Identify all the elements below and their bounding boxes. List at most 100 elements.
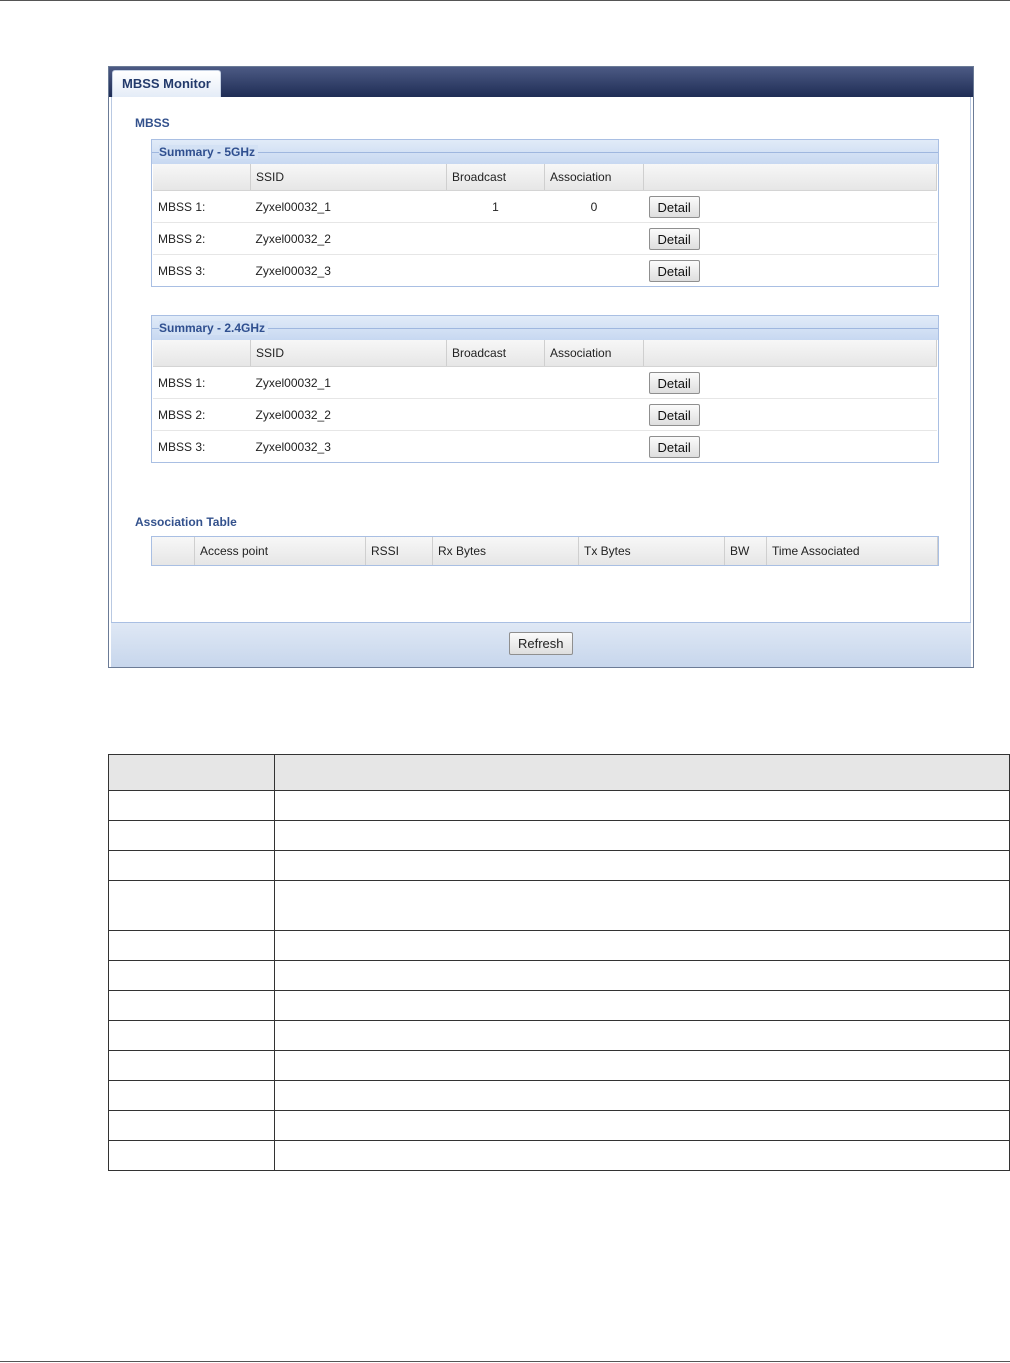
column-header-ssid: SSID xyxy=(250,164,447,191)
table-row xyxy=(108,880,1010,931)
table-row xyxy=(108,1050,1010,1081)
table-cell xyxy=(274,990,1010,1021)
summary-24ghz-header: Summary - 2.4GHz xyxy=(152,316,938,340)
table-row xyxy=(108,930,1010,961)
association-value xyxy=(545,431,644,463)
broadcast-value xyxy=(446,366,545,399)
detail-button[interactable]: Detail xyxy=(648,371,700,394)
summary-5ghz-title: Summary - 5GHz xyxy=(159,145,259,159)
summary-24ghz-title: Summary - 2.4GHz xyxy=(159,321,269,335)
broadcast-value xyxy=(447,255,545,287)
table-header-row: SSID Broadcast Association xyxy=(153,164,937,191)
column-header-bw: BW xyxy=(724,537,767,565)
mbss-label: MBSS 3: xyxy=(158,263,206,278)
summary-5ghz-table: SSID Broadcast Association MBSS 1: Zyxel… xyxy=(153,164,937,286)
table-row xyxy=(108,820,1010,851)
broadcast-value xyxy=(446,222,545,255)
table-row xyxy=(108,1080,1010,1111)
table-cell xyxy=(274,1140,1010,1171)
detail-cell: Detail xyxy=(643,398,937,431)
table-cell xyxy=(274,1050,1010,1081)
detail-button[interactable]: Detail xyxy=(648,195,700,218)
ssid-value: Zyxel00032_2 xyxy=(250,222,447,255)
table-row xyxy=(108,1140,1010,1171)
association-value xyxy=(544,222,644,255)
column-header-broadcast: Broadcast xyxy=(446,340,545,367)
summary-5ghz-panel: Summary - 5GHz SSID Broadcast Associatio… xyxy=(151,139,939,287)
table-row: MBSS 2: Zyxel00032_2 Detail xyxy=(153,398,937,431)
ssid-value: Zyxel00032_1 xyxy=(250,366,447,399)
table-row xyxy=(108,850,1010,881)
column-header-association: Association xyxy=(544,164,644,191)
column-header xyxy=(153,340,251,367)
table-cell xyxy=(108,850,275,881)
footer-bar: Refresh xyxy=(111,622,971,667)
detail-cell: Detail xyxy=(644,255,937,287)
table-row xyxy=(108,990,1010,1021)
mbss-label: MBSS 1: xyxy=(153,190,251,223)
column-header-access-point: Access point xyxy=(194,537,366,565)
table-cell xyxy=(274,930,1010,961)
table-cell xyxy=(108,1050,275,1081)
broadcast-value xyxy=(446,398,545,431)
association-table-panel: Access point RSSI Rx Bytes Tx Bytes BW T… xyxy=(151,536,939,566)
detail-button[interactable]: Detail xyxy=(648,259,700,282)
detail-button[interactable]: Detail xyxy=(648,227,700,250)
detail-cell: Detail xyxy=(643,366,937,399)
table-cell xyxy=(108,880,275,931)
detail-button[interactable]: Detail xyxy=(648,435,700,458)
association-table-title: Association Table xyxy=(135,515,237,529)
mbss-label: MBSS 1: xyxy=(153,366,251,399)
table-row: MBSS 3: Zyxel00032_3 Detail xyxy=(153,431,937,463)
column-header-broadcast: Broadcast xyxy=(446,164,545,191)
ssid-value: Zyxel00032_3 xyxy=(255,263,331,278)
table-cell xyxy=(108,930,275,961)
column-header-rx-bytes: Rx Bytes xyxy=(432,537,579,565)
table-cell xyxy=(274,820,1010,851)
table-header-row: Access point RSSI Rx Bytes Tx Bytes BW T… xyxy=(152,537,938,565)
summary-24ghz-table: SSID Broadcast Association MBSS 1: Zyxel… xyxy=(153,340,937,462)
detail-button[interactable]: Detail xyxy=(648,403,700,426)
ssid-value: Zyxel00032_1 xyxy=(250,190,447,223)
table-cell xyxy=(274,850,1010,881)
table-header-row: SSID Broadcast Association xyxy=(153,340,937,367)
table-cell xyxy=(274,1020,1010,1051)
table-cell xyxy=(274,960,1010,991)
column-header xyxy=(643,340,937,367)
table-cell xyxy=(108,1110,275,1141)
summary-5ghz-header: Summary - 5GHz xyxy=(152,140,938,164)
association-value xyxy=(544,366,644,399)
detail-cell: Detail xyxy=(643,190,937,223)
refresh-button[interactable]: Refresh xyxy=(509,632,573,655)
detail-cell: Detail xyxy=(643,222,937,255)
detail-cell: Detail xyxy=(644,431,937,463)
broadcast-value: 1 xyxy=(446,190,545,223)
broadcast-value xyxy=(447,431,545,463)
table-cell xyxy=(108,820,275,851)
table-cell xyxy=(274,880,1010,931)
column-header-association: Association xyxy=(544,340,644,367)
column-header-rssi: RSSI xyxy=(365,537,433,565)
mbss-section-title: MBSS xyxy=(135,116,170,130)
table-cell xyxy=(108,1020,275,1051)
column-header xyxy=(152,537,195,565)
page-bottom-rule xyxy=(0,1361,1010,1362)
association-value xyxy=(545,255,644,287)
table-cell xyxy=(274,754,1010,791)
table-row: MBSS 3: Zyxel00032_3 Detail xyxy=(153,255,937,287)
summary-24ghz-panel: Summary - 2.4GHz SSID Broadcast Associat… xyxy=(151,315,939,463)
ssid-value: Zyxel00032_3 xyxy=(255,439,331,454)
tab-mbss-monitor[interactable]: MBSS Monitor xyxy=(112,70,221,97)
table-row: MBSS 1: Zyxel00032_1 1 0 Detail xyxy=(153,190,937,223)
mbss-label: MBSS 2: xyxy=(153,222,251,255)
association-value: 0 xyxy=(544,190,644,223)
document-table xyxy=(108,754,1010,1171)
mbss-monitor-window: MBSS Monitor MBSS Summary - 5GHz SSID Br… xyxy=(108,66,974,668)
column-header xyxy=(643,164,937,191)
table-header-row xyxy=(108,754,1010,791)
page-top-rule xyxy=(0,0,1010,1)
column-header-ssid: SSID xyxy=(250,340,447,367)
table-cell xyxy=(108,790,275,821)
table-cell xyxy=(108,754,275,791)
column-header xyxy=(153,164,251,191)
